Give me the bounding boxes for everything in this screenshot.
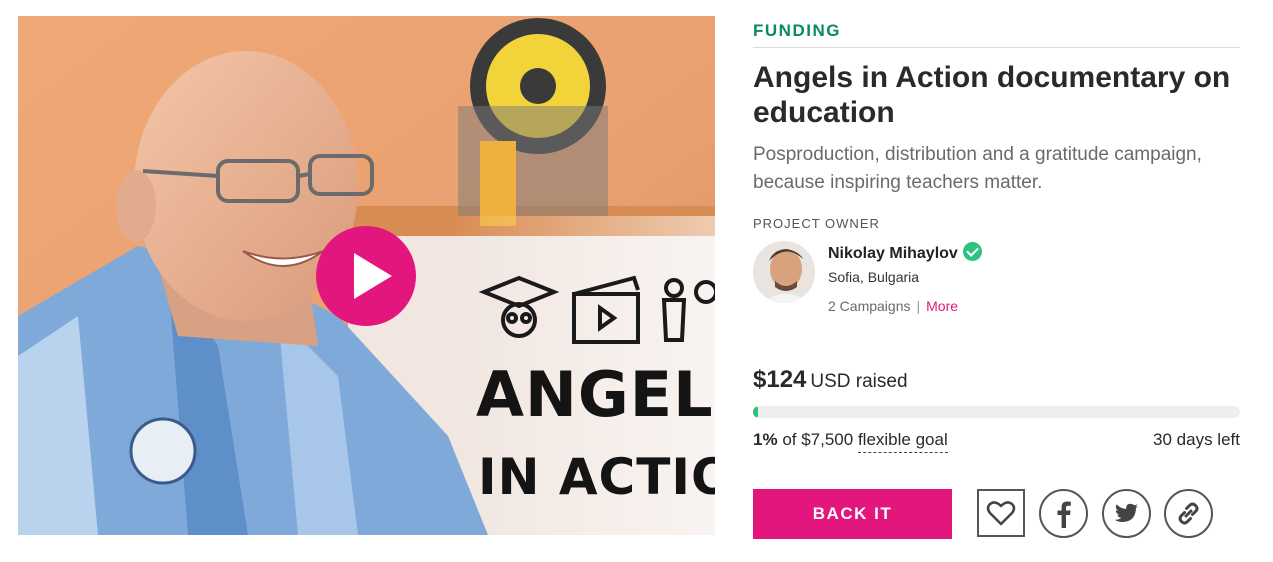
twitter-icon (1114, 503, 1138, 522)
flexible-goal-link[interactable]: flexible goal (857, 430, 948, 453)
campaign-details: FUNDING Angels in Action documentary on … (753, 16, 1240, 539)
video-overlay-subtitle: IN ACTION (478, 448, 715, 506)
project-owner: Nikolay Mihaylov Sofia, Bulgaria 2 Campa… (753, 241, 1240, 321)
goal-amount: of $7,500 (782, 430, 854, 449)
campaign-page: ANGELS IN ACTION FUNDING Angels in Actio… (0, 0, 1273, 562)
days-left: 30 days left (1153, 430, 1240, 449)
meta-separator: | (916, 298, 921, 314)
campaign-title: Angels in Action documentary on educatio… (753, 61, 1231, 129)
video-overlay-title: ANGELS (476, 358, 715, 431)
back-it-button[interactable]: BACK IT (753, 489, 952, 539)
owner-meta: 2 Campaigns | More (828, 298, 958, 314)
goal-line: 1% of $7,500 flexible goal (753, 430, 948, 453)
share-facebook-button[interactable] (1039, 489, 1088, 538)
owner-name[interactable]: Nikolay Mihaylov (828, 245, 958, 262)
link-icon (1178, 502, 1199, 525)
verified-icon (962, 242, 982, 261)
amount-raised: $124 USD raised (753, 366, 908, 394)
follow-button[interactable] (977, 489, 1025, 537)
heart-icon (986, 501, 1016, 526)
owner-location: Sofia, Bulgaria (828, 269, 920, 285)
raised-amount: $124 (753, 366, 807, 393)
campaign-subtitle: Posproduction, distribution and a gratit… (753, 144, 1202, 193)
more-link[interactable]: More (926, 298, 958, 314)
project-owner-heading: PROJECT OWNER (753, 216, 880, 231)
play-button[interactable] (316, 226, 416, 326)
funding-progress-fill (753, 406, 758, 418)
raised-currency-label: USD raised (810, 371, 908, 392)
campaign-category: FUNDING (753, 16, 1240, 48)
owner-campaign-count: 2 Campaigns (828, 298, 911, 314)
facebook-icon (1057, 501, 1071, 528)
funded-percent: 1% (753, 430, 778, 449)
share-twitter-button[interactable] (1102, 489, 1151, 538)
owner-name-row: Nikolay Mihaylov (828, 242, 982, 263)
copy-link-button[interactable] (1164, 489, 1213, 538)
funding-progress-bar (753, 406, 1240, 418)
campaign-video[interactable]: ANGELS IN ACTION (18, 16, 715, 535)
avatar[interactable] (753, 241, 815, 303)
play-icon (354, 253, 392, 299)
